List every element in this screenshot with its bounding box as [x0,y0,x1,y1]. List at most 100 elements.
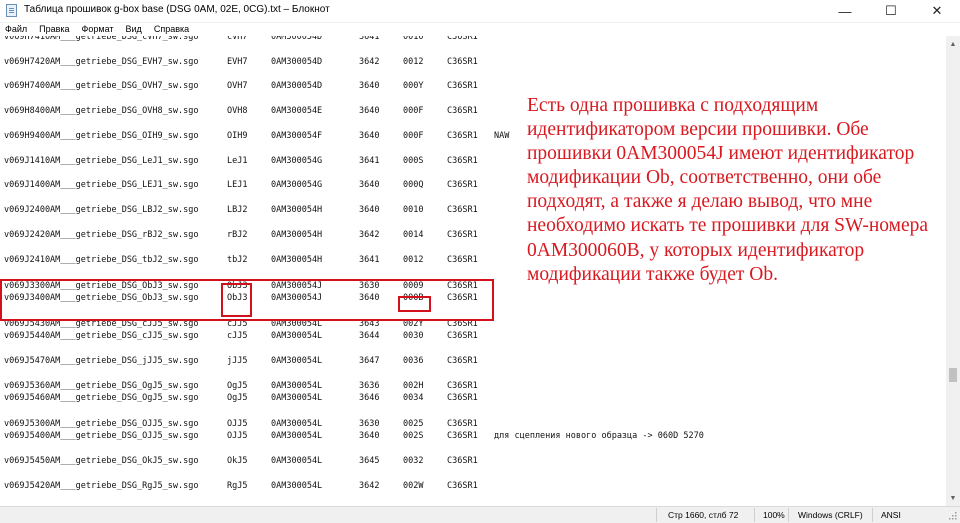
line-field-ver: 000F [403,106,424,116]
line-field-hw: 3641 [359,36,380,42]
scroll-down-arrow-icon[interactable]: ▼ [946,492,960,504]
highlight-version-box [398,296,431,312]
close-button[interactable]: ✕ [914,0,960,22]
line-field-id: tbJ2 [227,255,248,265]
menu-view[interactable]: Вид [120,22,148,36]
highlight-id-box [221,283,252,317]
line-field-file: v069J1400AM___getriebe_DSG_LEJ1_sw.sgo [4,180,199,190]
line-field-sw: 0AM300054L [271,393,323,403]
line-field-id: OIH9 [227,131,248,141]
minimize-icon: — [838,3,852,19]
line-field-ver: 0012 [403,57,424,67]
line-field-file: v069H9400AM___getriebe_DSG_OIH9_sw.sgo [4,131,199,141]
line-field-file: v069J5450AM___getriebe_DSG_OkJ5_sw.sgo [4,456,199,466]
line-field-file: v069H7400AM___getriebe_DSG_OVH7_sw.sgo [4,81,199,91]
line-field-id: rBJ2 [227,230,248,240]
annotation-text: Есть одна прошивка с подходящим идентифи… [527,95,929,285]
line-field-sw: 0AM300054H [271,255,323,265]
line-field-id: OVH7 [227,81,248,91]
close-icon: ✕ [931,3,943,18]
line-field-note: для сцепления нового образца -> 060D 527… [494,431,704,441]
menu-file[interactable]: Файл [0,22,33,36]
title-bar: Таблица прошивок g-box base (DSG 0AM, 02… [0,0,960,23]
menu-edit[interactable]: Правка [33,22,75,36]
line-field-note: NAW [494,131,510,141]
line-field-sw: 0AM300054L [271,331,323,341]
line-field-file: v069J5400AM___getriebe_DSG_OJJ5_sw.sgo [4,431,199,441]
line-field-sw: 0AM300054L [271,419,323,429]
line-field-proj: C36SR1 [447,431,478,441]
line-field-ver: 0025 [403,419,424,429]
line-field-proj: C36SR1 [447,331,478,341]
line-field-proj: C36SR1 [447,57,478,67]
line-field-hw: 3642 [359,481,380,491]
line-field-hw: 3640 [359,205,380,215]
line-field-proj: C36SR1 [447,180,478,190]
menu-help[interactable]: Справка [148,22,195,36]
line-field-file: v069J2420AM___getriebe_DSG_rBJ2_sw.sgo [4,230,199,240]
line-field-proj: C36SR1 [447,36,478,42]
line-field-file: v069H8400AM___getriebe_DSG_OVH8_sw.sgo [4,106,199,116]
status-bar: Стр 1660, стлб 72 100% Windows (CRLF) AN… [0,506,960,523]
line-field-hw: 3640 [359,180,380,190]
line-field-ver: 0032 [403,456,424,466]
line-field-ver: 002W [403,481,424,491]
line-field-proj: C36SR1 [447,381,478,391]
status-zoom: 100% [763,510,785,520]
line-field-id: cJJ5 [227,331,248,341]
line-field-id: cVH7 [227,36,248,42]
status-divider [788,508,789,522]
window-title: Таблица прошивок g-box base (DSG 0AM, 02… [24,4,330,15]
line-field-sw: 0AM300054L [271,456,323,466]
line-field-file: v069J5470AM___getriebe_DSG_jJJ5_sw.sgo [4,356,199,366]
line-field-hw: 3640 [359,81,380,91]
line-field-ver: 0036 [403,356,424,366]
line-field-ver: 0010 [403,36,424,42]
status-line-endings: Windows (CRLF) [798,510,863,520]
line-field-ver: 0034 [403,393,424,403]
scroll-thumb[interactable] [949,368,957,382]
line-field-ver: 000Q [403,180,424,190]
line-field-id: OgJ5 [227,393,248,403]
line-field-ver: 0010 [403,205,424,215]
maximize-icon: ☐ [885,3,897,18]
line-field-sw: 0AM300054L [271,431,323,441]
line-field-proj: C36SR1 [447,393,478,403]
line-field-hw: 3640 [359,431,380,441]
line-field-id: OVH8 [227,106,248,116]
line-field-id: EVH7 [227,57,248,67]
line-field-proj: C36SR1 [447,456,478,466]
line-field-ver: 000F [403,131,424,141]
status-position: Стр 1660, стлб 72 [668,510,739,520]
resize-grip-icon[interactable] [948,511,957,520]
line-field-hw: 3640 [359,131,380,141]
line-field-file: v069H7420AM___getriebe_DSG_EVH7_sw.sgo [4,57,199,67]
line-field-hw: 3645 [359,456,380,466]
line-field-file: v069J5360AM___getriebe_DSG_OgJ5_sw.sgo [4,381,199,391]
line-field-sw: 0AM300054H [271,205,323,215]
line-field-hw: 3640 [359,106,380,116]
line-field-hw: 3644 [359,331,380,341]
line-field-file: v069J5420AM___getriebe_DSG_RgJ5_sw.sgo [4,481,199,491]
line-field-id: LEJ1 [227,180,248,190]
line-field-proj: C36SR1 [447,419,478,429]
menu-bar: Файл Правка Формат Вид Справка [0,22,960,36]
line-field-sw: 0AM300054H [271,230,323,240]
line-field-file: v069H7410AM___getriebe_DSG_cVH7_sw.sgo [4,36,199,42]
scroll-up-arrow-icon[interactable]: ▲ [946,38,960,50]
status-divider [872,508,873,522]
line-field-id: OkJ5 [227,456,248,466]
notepad-icon [6,4,17,17]
line-field-proj: C36SR1 [447,255,478,265]
maximize-button[interactable]: ☐ [868,0,914,22]
line-field-proj: C36SR1 [447,131,478,141]
line-field-id: LeJ1 [227,156,248,166]
line-field-proj: C36SR1 [447,356,478,366]
line-field-sw: 0AM300054G [271,156,323,166]
menu-format[interactable]: Формат [76,22,120,36]
line-field-file: v069J5300AM___getriebe_DSG_OJJ5_sw.sgo [4,419,199,429]
line-field-file: v069J2400AM___getriebe_DSG_LBJ2_sw.sgo [4,205,199,215]
status-encoding: ANSI [881,510,901,520]
vertical-scrollbar[interactable]: ▲ ▼ [946,36,960,506]
minimize-button[interactable]: — [822,0,868,22]
